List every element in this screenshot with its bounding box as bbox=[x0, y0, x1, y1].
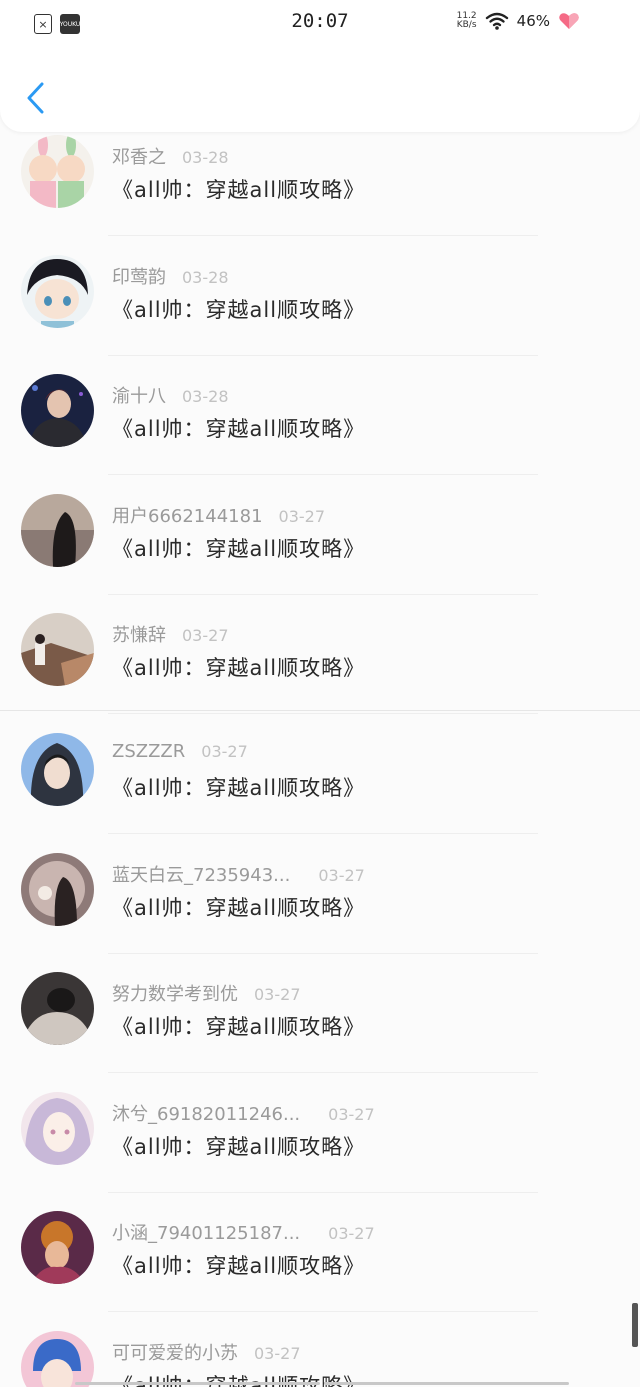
comment-text: 《all帅：穿越all顺攻略》 bbox=[112, 1134, 366, 1159]
battery-percent: 46% bbox=[516, 12, 550, 30]
username[interactable]: 努力数学考到优 bbox=[112, 984, 238, 1005]
net-speed: 11.2 KB/s bbox=[457, 12, 477, 30]
comment-meta: 小涵_79401125187... 03-27 bbox=[112, 1219, 375, 1245]
avatar[interactable] bbox=[21, 1211, 94, 1285]
comment-meta: 邓香之 03-28 bbox=[112, 143, 229, 169]
avatar[interactable] bbox=[21, 732, 94, 806]
screen: × YOUKU 20:07 11.2 KB/s 46% 邓香之 03-28 《a… bbox=[0, 0, 640, 1387]
comment-meta: 用户6662144181 03-27 bbox=[112, 502, 325, 528]
comment-text: 《all帅：穿越all顺攻略》 bbox=[112, 297, 366, 322]
chevron-left-icon bbox=[27, 82, 44, 114]
section-divider bbox=[0, 710, 640, 711]
comment-meta: 印莺韵 03-28 bbox=[112, 263, 229, 289]
comment-item[interactable]: 努力数学考到优 03-27 《all帅：穿越all顺攻略》 bbox=[0, 953, 640, 1074]
username[interactable]: 苏慊辞 bbox=[112, 625, 166, 646]
comment-list: 邓香之 03-28 《all帅：穿越all顺攻略》 印莺韵 03-28 《all帅：… bbox=[0, 116, 640, 1387]
comment-date: 03-27 bbox=[182, 626, 229, 646]
status-right: 11.2 KB/s 46% bbox=[457, 12, 580, 30]
comment-text: 《all帅：穿越all顺攻略》 bbox=[112, 536, 366, 561]
comment-text: 《all帅：穿越all顺攻略》 bbox=[112, 178, 366, 202]
comment-date: 03-27 bbox=[254, 985, 301, 1005]
username[interactable]: 用户6662144181 bbox=[112, 506, 263, 527]
comment-item[interactable]: 印莺韵 03-28 《all帅：穿越all顺攻略》 bbox=[0, 236, 640, 356]
comment-meta: 渝十八 03-28 bbox=[112, 382, 229, 408]
comment-date: 03-28 bbox=[182, 387, 229, 407]
username[interactable]: 邓香之 bbox=[112, 147, 166, 168]
comment-item[interactable]: 渝十八 03-28 《all帅：穿越all顺攻略》 bbox=[0, 355, 640, 476]
status-bar: × YOUKU 20:07 11.2 KB/s 46% bbox=[0, 0, 640, 48]
comment-item[interactable]: 沐兮_69182011246... 03-27 《all帅：穿越all顺攻略》 bbox=[0, 1073, 640, 1193]
home-indicator bbox=[75, 1382, 569, 1385]
comment-date: 03-28 bbox=[182, 148, 229, 167]
wifi-icon bbox=[485, 12, 508, 30]
comment-item[interactable]: ZSZZZR 03-27 《all帅：穿越all顺攻略》 bbox=[0, 714, 640, 834]
username[interactable]: 可可爱爱的小苏 bbox=[112, 1343, 238, 1364]
comment-text: 《all帅：穿越all顺攻略》 bbox=[112, 1015, 366, 1040]
comment-item[interactable]: 苏慊辞 03-27 《all帅：穿越all顺攻略》 bbox=[0, 594, 640, 715]
avatar[interactable] bbox=[21, 493, 94, 567]
comment-text: 《all帅：穿越all顺攻略》 bbox=[112, 656, 366, 681]
comment-meta: 沐兮_69182011246... 03-27 bbox=[112, 1100, 375, 1126]
back-button[interactable] bbox=[18, 76, 54, 120]
comment-date: 03-27 bbox=[278, 506, 326, 526]
comment-date: 03-28 bbox=[182, 267, 229, 287]
comment-date: 03-27 bbox=[328, 1224, 375, 1244]
comment-text: 《all帅：穿越all顺攻略》 bbox=[112, 895, 366, 920]
username[interactable]: 渝十八 bbox=[112, 386, 166, 407]
comment-text: 《all帅：穿越all顺攻略》 bbox=[112, 417, 366, 442]
comment-date: 03-27 bbox=[328, 1104, 375, 1124]
username[interactable]: 印莺韵 bbox=[112, 267, 166, 288]
avatar[interactable] bbox=[21, 1330, 94, 1387]
avatar[interactable] bbox=[21, 613, 94, 687]
comment-meta: 可可爱爱的小苏 03-27 bbox=[112, 1339, 301, 1365]
username[interactable]: ZSZZZR bbox=[112, 741, 185, 762]
comment-meta: 努力数学考到优 03-27 bbox=[112, 980, 301, 1006]
avatar[interactable] bbox=[21, 972, 94, 1046]
comment-date: 03-27 bbox=[254, 1343, 301, 1363]
username[interactable]: 沐兮_69182011246... bbox=[112, 1104, 300, 1125]
avatar[interactable] bbox=[21, 254, 94, 328]
top-header: × YOUKU 20:07 11.2 KB/s 46% bbox=[0, 0, 640, 132]
net-speed-unit: KB/s bbox=[456, 20, 477, 30]
comment-meta: 蓝天白云_7235943... 03-27 bbox=[112, 861, 365, 887]
comment-item[interactable]: 小涵_79401125187... 03-27 《all帅：穿越all顺攻略》 bbox=[0, 1192, 640, 1313]
comment-date: 03-27 bbox=[318, 865, 365, 885]
battery-heart-icon bbox=[559, 13, 579, 29]
username[interactable]: 蓝天白云_7235943... bbox=[112, 865, 290, 886]
comment-item[interactable]: 蓝天白云_7235943... 03-27 《all帅：穿越all顺攻略》 bbox=[0, 834, 640, 954]
comment-item[interactable]: 邓香之 03-28 《all帅：穿越all顺攻略》 bbox=[0, 116, 640, 236]
comment-text: 《all帅：穿越all顺攻略》 bbox=[112, 775, 366, 800]
comment-meta: ZSZZZR 03-27 bbox=[112, 741, 248, 762]
scrollbar-thumb[interactable] bbox=[632, 1303, 638, 1347]
avatar[interactable] bbox=[21, 852, 94, 926]
comment-item[interactable]: 可可爱爱的小苏 03-27 《all帅：穿越all顺攻略》 bbox=[0, 1312, 640, 1387]
avatar[interactable] bbox=[21, 374, 94, 448]
comment-item[interactable]: 用户6662144181 03-27 《all帅：穿越all顺攻略》 bbox=[0, 475, 640, 595]
avatar[interactable] bbox=[21, 135, 94, 208]
avatar[interactable] bbox=[21, 1091, 94, 1165]
comment-text: 《all帅：穿越all顺攻略》 bbox=[112, 1254, 366, 1279]
comment-date: 03-27 bbox=[201, 741, 248, 761]
comment-meta: 苏慊辞 03-27 bbox=[112, 621, 229, 647]
username[interactable]: 小涵_79401125187... bbox=[112, 1223, 300, 1244]
